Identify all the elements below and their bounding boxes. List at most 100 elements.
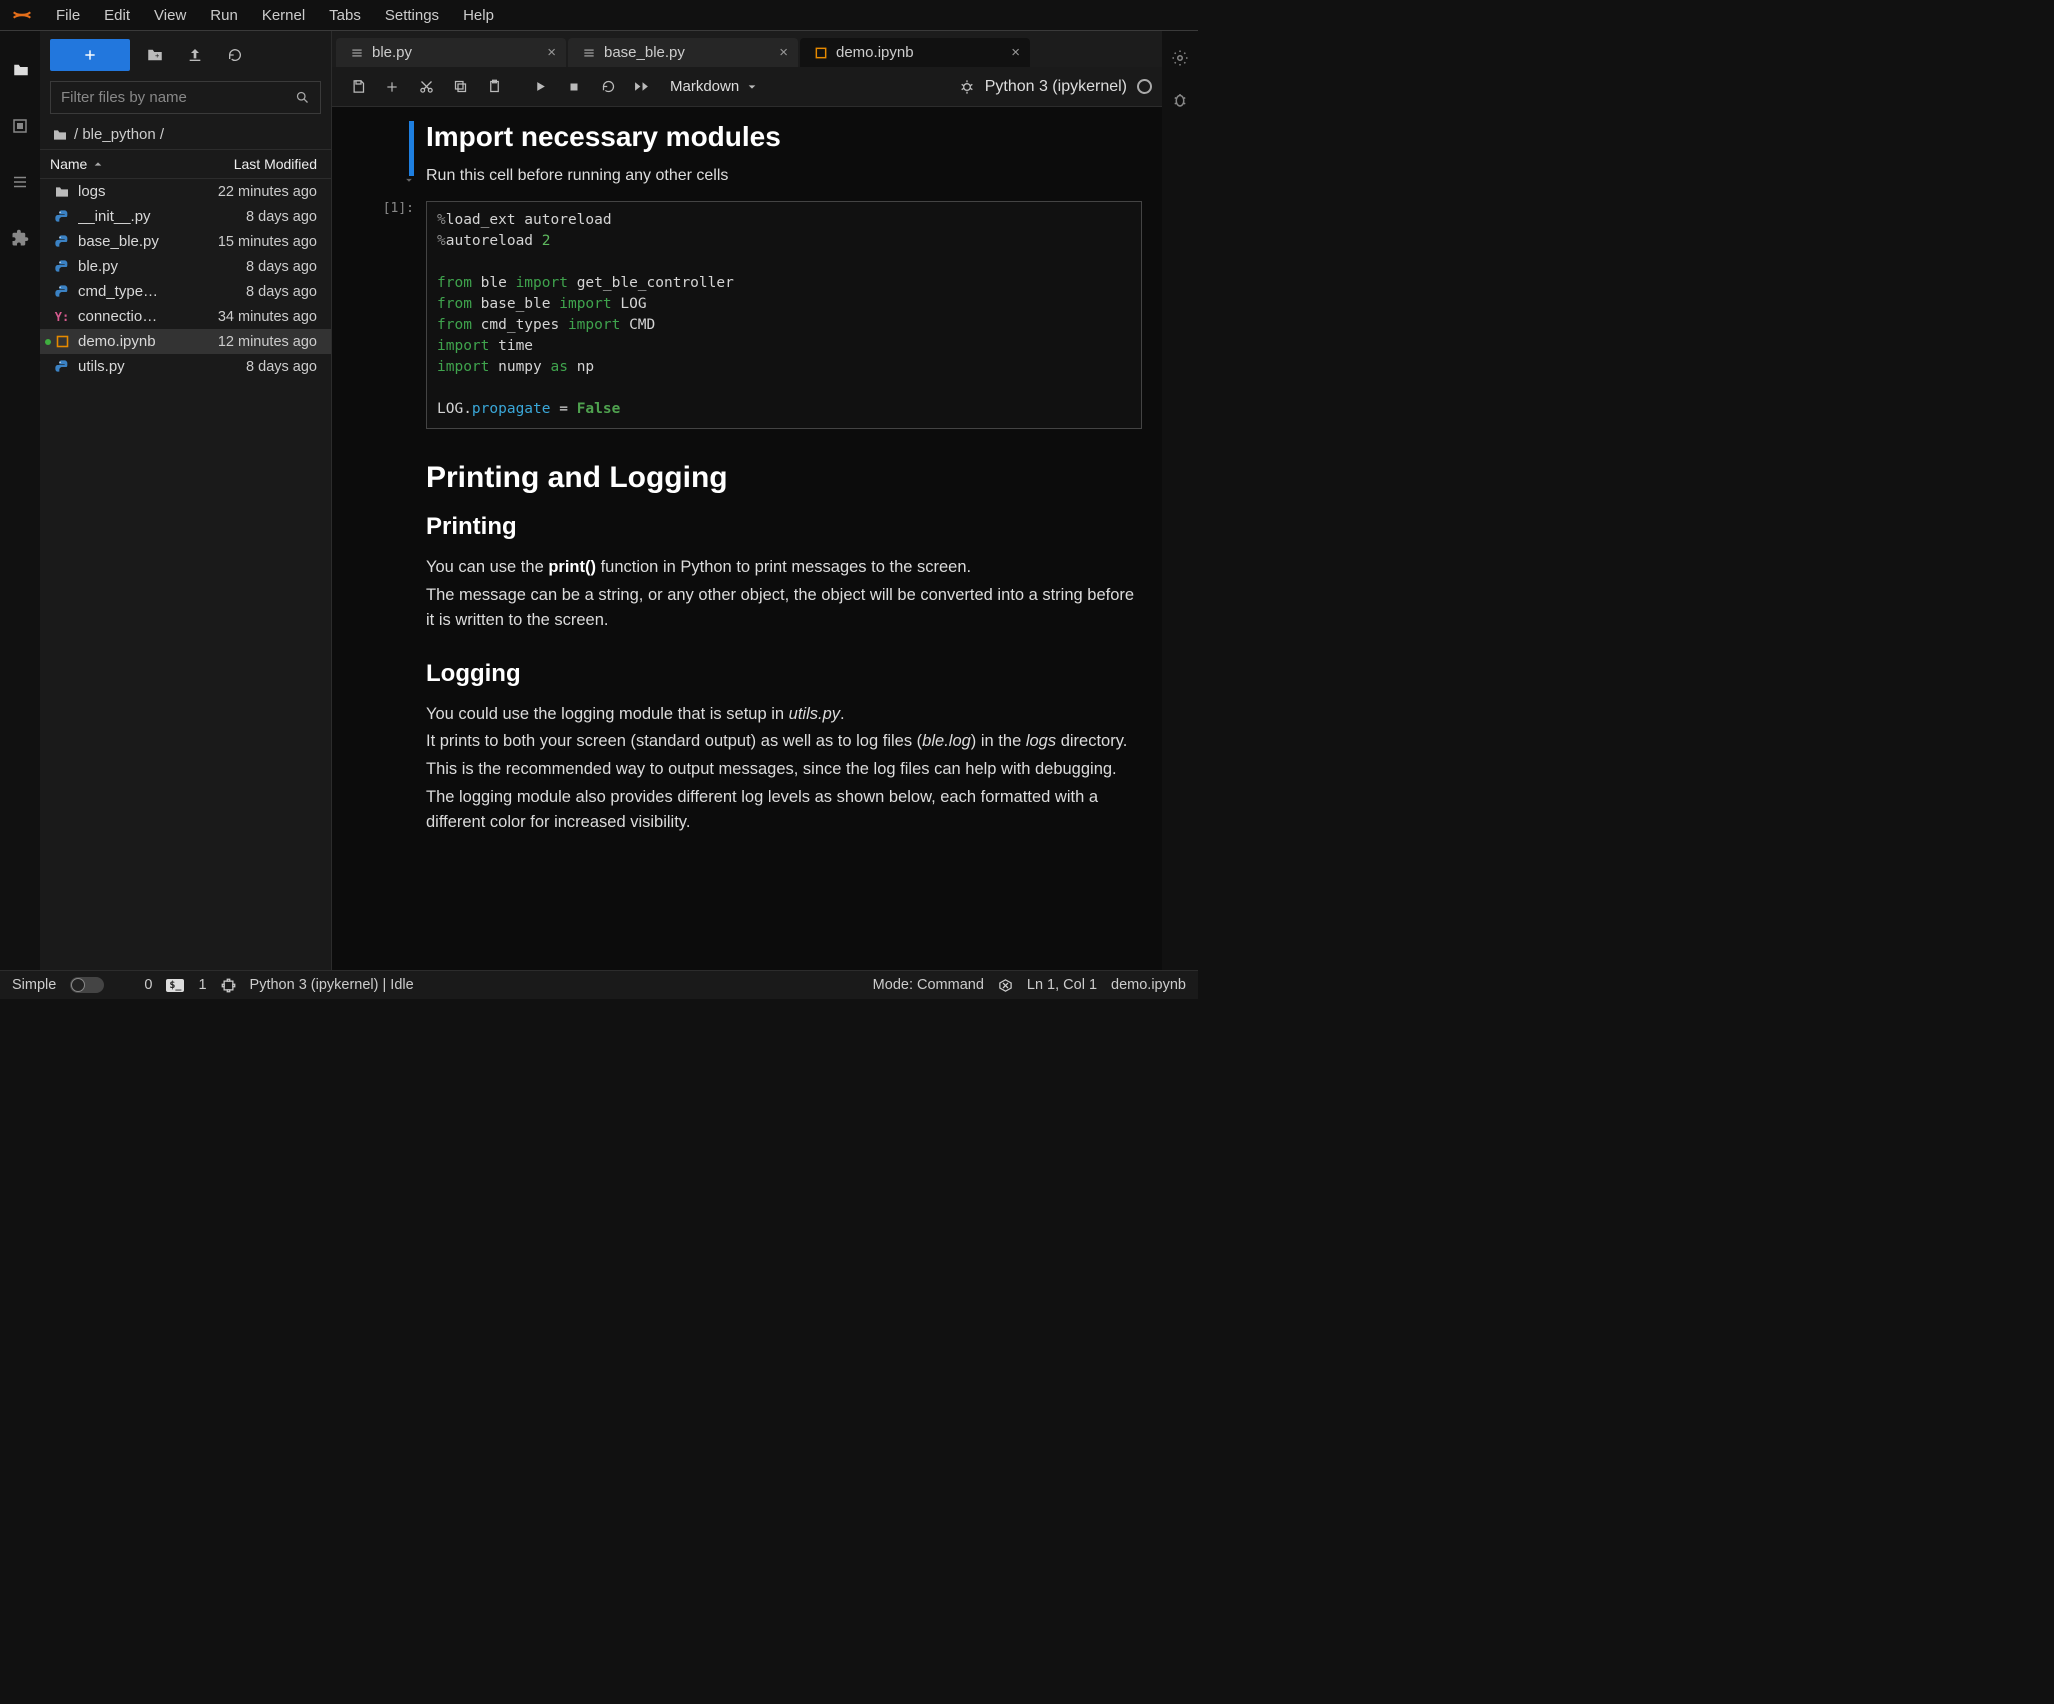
terminal-icon[interactable]: $_ [166, 979, 184, 992]
breadcrumb[interactable]: / ble_python / [40, 120, 331, 149]
file-row[interactable]: demo.ipynb12 minutes ago [40, 329, 331, 354]
activity-extensions-icon[interactable] [2, 217, 38, 259]
open-tabs-count[interactable]: 0 [144, 977, 152, 993]
search-icon [285, 90, 320, 105]
tab-base_ble-py[interactable]: base_ble.py × [568, 38, 798, 67]
file-name: base_ble.py [78, 233, 218, 250]
tab-ble-py[interactable]: ble.py × [336, 38, 566, 67]
upload-icon[interactable] [180, 40, 210, 70]
activity-running-icon[interactable] [2, 105, 38, 147]
activity-bar [0, 31, 40, 970]
save-icon[interactable] [342, 72, 374, 102]
jupyter-logo-icon [10, 3, 34, 27]
md2-p5: This is the recommended way to output me… [426, 757, 1142, 783]
column-name-header[interactable]: Name [50, 156, 87, 172]
debugger-icon[interactable] [1171, 91, 1189, 109]
menu-edit[interactable]: Edit [92, 3, 142, 28]
tab-strip: ble.py × base_ble.py × demo.ipynb × [332, 31, 1162, 67]
cursor-position[interactable]: Ln 1, Col 1 [1027, 977, 1097, 993]
run-icon[interactable] [524, 72, 556, 102]
menu-bar: FileEditViewRunKernelTabsSettingsHelp [0, 0, 1198, 31]
property-inspector-icon[interactable] [1171, 49, 1189, 67]
py-icon [52, 234, 72, 250]
tab-label: demo.ipynb [836, 44, 914, 61]
refresh-icon[interactable] [220, 40, 250, 70]
cell-markdown-1[interactable]: Import necessary modules Run this cell b… [332, 107, 1158, 193]
debug-icon[interactable] [951, 72, 983, 102]
notebook-body: Import necessary modules Run this cell b… [332, 107, 1162, 970]
menu-file[interactable]: File [44, 3, 92, 28]
add-cell-icon[interactable] [376, 72, 408, 102]
new-folder-icon[interactable]: + [140, 40, 170, 70]
md1-title: Import necessary modules [426, 121, 1142, 153]
file-name: utils.py [78, 358, 246, 375]
menu-help[interactable]: Help [451, 3, 506, 28]
notification-icon[interactable] [998, 978, 1013, 993]
chevron-down-icon [747, 82, 757, 92]
menu-kernel[interactable]: Kernel [250, 3, 317, 28]
notebook-icon [814, 46, 828, 60]
run-all-icon[interactable] [626, 72, 658, 102]
kernel-status-text[interactable]: Python 3 (ipykernel) | Idle [250, 977, 414, 993]
file-modified: 34 minutes ago [218, 309, 325, 325]
menu-settings[interactable]: Settings [373, 3, 451, 28]
stop-icon[interactable] [558, 72, 590, 102]
mode-indicator[interactable]: Mode: Command [873, 977, 984, 993]
menu-run[interactable]: Run [198, 3, 250, 28]
file-icon [582, 46, 596, 60]
status-bar: Simple 0 $_ 1 Python 3 (ipykernel) | Idl… [0, 970, 1198, 999]
file-row[interactable]: cmd_type…8 days ago [40, 279, 331, 304]
tab-label: base_ble.py [604, 44, 685, 61]
file-row[interactable]: ble.py8 days ago [40, 254, 331, 279]
file-browser: + / ble_python / Name Last Modified [40, 31, 332, 970]
file-name: ble.py [78, 258, 246, 275]
nb-icon [52, 334, 72, 349]
close-icon[interactable]: × [547, 44, 556, 61]
simple-mode-toggle[interactable] [70, 977, 104, 993]
md2-p1: You can use the print() function in Pyth… [426, 555, 1142, 581]
copy-icon[interactable] [444, 72, 476, 102]
cell-code-1[interactable]: [1]: %load_ext autoreload %autoreload 2 … [332, 193, 1158, 437]
caret-down-icon[interactable] [404, 176, 414, 185]
file-modified: 8 days ago [246, 359, 325, 375]
file-row[interactable]: logs22 minutes ago [40, 179, 331, 204]
file-modified: 8 days ago [246, 209, 325, 225]
file-row[interactable]: utils.py8 days ago [40, 354, 331, 379]
file-modified: 8 days ago [246, 284, 325, 300]
file-row[interactable]: __init__.py8 days ago [40, 204, 331, 229]
menu-view[interactable]: View [142, 3, 198, 28]
py-icon [52, 209, 72, 225]
cell-type-dropdown[interactable]: Markdown [670, 78, 757, 95]
kernel-sessions-icon[interactable] [221, 978, 236, 993]
close-icon[interactable]: × [779, 44, 788, 61]
md2-p6: The logging module also provides differe… [426, 785, 1142, 836]
md2-h1: Printing and Logging [426, 461, 1142, 495]
simple-mode-label: Simple [12, 977, 56, 993]
activity-files-icon[interactable] [2, 49, 38, 91]
terminals-count[interactable]: 1 [198, 977, 206, 993]
activity-toc-icon[interactable] [2, 161, 38, 203]
tab-label: ble.py [372, 44, 412, 61]
md2-p3: You could use the logging module that is… [426, 702, 1142, 728]
restart-icon[interactable] [592, 72, 624, 102]
file-row[interactable]: Y:connectio…34 minutes ago [40, 304, 331, 329]
paste-icon[interactable] [478, 72, 510, 102]
new-launcher-button[interactable] [50, 39, 130, 71]
kernel-name[interactable]: Python 3 (ipykernel) [985, 78, 1127, 96]
file-row[interactable]: base_ble.py15 minutes ago [40, 229, 331, 254]
file-filter-box [50, 81, 321, 114]
menu-tabs[interactable]: Tabs [317, 3, 373, 28]
column-modified-header[interactable]: Last Modified [197, 150, 331, 178]
cell-markdown-2[interactable]: Printing and Logging Printing You can us… [332, 437, 1158, 842]
file-name: demo.ipynb [78, 333, 218, 350]
cut-icon[interactable] [410, 72, 442, 102]
md2-p4: It prints to both your screen (standard … [426, 729, 1142, 755]
kernel-status-icon[interactable] [1137, 79, 1152, 94]
active-file-name[interactable]: demo.ipynb [1111, 977, 1186, 993]
tab-demo-ipynb[interactable]: demo.ipynb × [800, 38, 1030, 67]
file-icon [350, 46, 364, 60]
close-icon[interactable]: × [1011, 44, 1020, 61]
file-filter-input[interactable] [51, 82, 285, 113]
py-icon [52, 259, 72, 275]
file-modified: 8 days ago [246, 259, 325, 275]
